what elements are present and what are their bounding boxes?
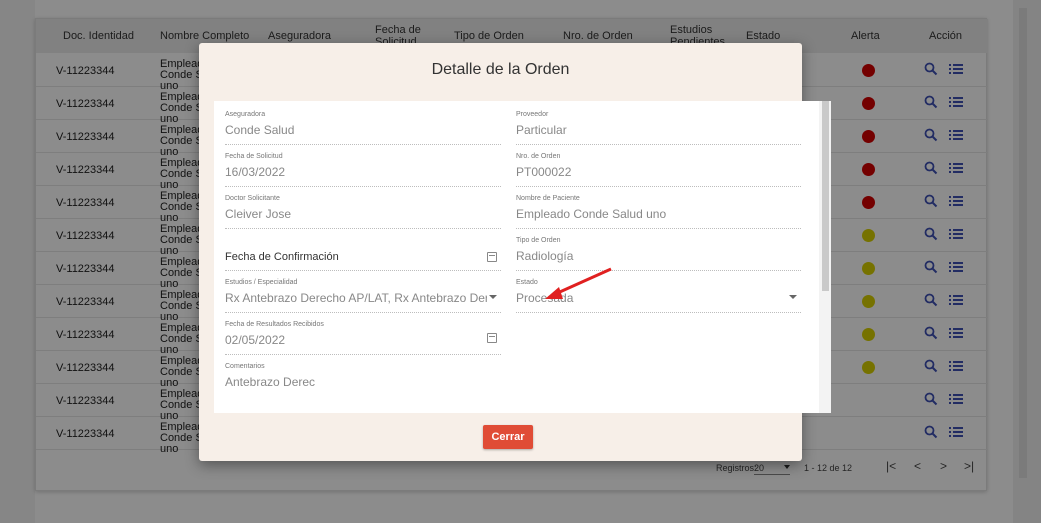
doctor-value: Cleiver Jose	[225, 207, 292, 221]
fecha-resultados-value: 02/05/2022	[225, 333, 286, 347]
fecha-confirmacion-placeholder: Fecha de Confirmación	[225, 251, 339, 263]
close-button[interactable]: Cerrar	[483, 425, 533, 449]
comentarios-label: Comentarios	[225, 363, 265, 370]
fecha-solicitud-value: 16/03/2022	[225, 165, 286, 179]
calendar-icon[interactable]	[487, 252, 497, 262]
fecha-resultados-field[interactable]: Fecha de Resultados Recibidos 02/05/2022	[225, 321, 501, 355]
annotation-arrow-icon	[545, 267, 612, 299]
nro-orden-value: PT000022	[516, 165, 572, 179]
fecha-resultados-label: Fecha de Resultados Recibidos	[225, 321, 324, 328]
nro-orden-label: Nro. de Orden	[516, 153, 561, 160]
aseguradora-field[interactable]: Aseguradora Conde Salud	[225, 111, 501, 145]
doctor-label: Doctor Solicitante	[225, 195, 280, 202]
modal-title: Detalle de la Orden	[431, 61, 570, 78]
proveedor-label: Proveedor	[516, 111, 549, 118]
chevron-down-icon[interactable]	[789, 295, 797, 299]
fecha-solicitud-label: Fecha de Solicitud	[225, 153, 283, 160]
estudios-label: Estudios / Especialidad	[225, 279, 298, 286]
nro-orden-field[interactable]: Nro. de Orden PT000022	[516, 153, 801, 187]
estado-label: Estado	[516, 279, 538, 286]
comentarios-value: Antebrazo Derec	[225, 375, 316, 389]
paciente-field[interactable]: Nombre de Paciente Empleado Conde Salud …	[516, 195, 801, 229]
paciente-value: Empleado Conde Salud uno	[516, 207, 667, 221]
modal-scrollbar[interactable]	[819, 101, 831, 413]
modal-form: Aseguradora Conde Salud Proveedor Partic…	[214, 101, 831, 413]
tipo-orden-value: Radiología	[516, 249, 574, 263]
aseguradora-label: Aseguradora	[225, 111, 266, 118]
comentarios-field[interactable]: Comentarios Antebrazo Derec	[225, 363, 801, 399]
proveedor-field[interactable]: Proveedor Particular	[516, 111, 801, 145]
proveedor-value: Particular	[516, 123, 567, 137]
tipo-orden-label: Tipo de Orden	[516, 237, 561, 244]
fecha-confirmacion-field[interactable]: Fecha de Confirmación	[225, 237, 501, 271]
estudios-select[interactable]: Estudios / Especialidad Rx Antebrazo Der…	[225, 279, 501, 313]
calendar-icon[interactable]	[487, 333, 497, 343]
estudios-value: Rx Antebrazo Derecho AP/LAT, Rx Antebraz…	[225, 291, 487, 305]
modal-scrollbar-thumb[interactable]	[822, 101, 829, 291]
order-detail-modal: Detalle de la Orden Aseguradora Conde Sa…	[199, 43, 831, 461]
chevron-down-icon[interactable]	[489, 295, 497, 299]
doctor-field[interactable]: Doctor Solicitante Cleiver Jose	[225, 195, 501, 229]
paciente-label: Nombre de Paciente	[516, 195, 580, 202]
fecha-solicitud-field[interactable]: Fecha de Solicitud 16/03/2022	[225, 153, 501, 187]
aseguradora-value: Conde Salud	[225, 123, 295, 137]
